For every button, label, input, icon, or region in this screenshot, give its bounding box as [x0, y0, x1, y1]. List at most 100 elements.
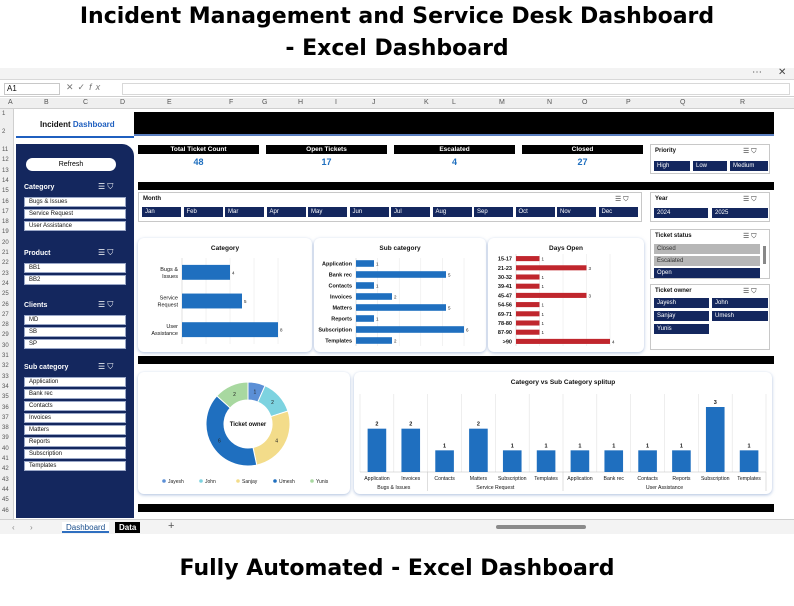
- column-header[interactable]: N: [547, 99, 552, 106]
- slicer-item-category[interactable]: Bugs & Issues: [24, 197, 126, 207]
- month-chip[interactable]: Jan: [142, 207, 181, 217]
- slicer-item-product[interactable]: BB2: [24, 275, 126, 285]
- slicer-scrollbar[interactable]: [763, 246, 766, 264]
- cancel-icon[interactable]: ✕: [66, 82, 78, 92]
- row-header[interactable]: 21: [2, 250, 9, 256]
- row-header[interactable]: 12: [2, 157, 9, 163]
- owner-chip[interactable]: Umesh: [712, 311, 768, 321]
- row-header[interactable]: 40: [2, 446, 9, 452]
- year-chip[interactable]: 2024: [654, 208, 708, 218]
- row-header[interactable]: 19: [2, 229, 9, 235]
- slicer-filter-icons[interactable]: ☰ ⛉: [743, 232, 756, 241]
- row-header[interactable]: 14: [2, 178, 9, 184]
- row-header[interactable]: 36: [2, 405, 9, 411]
- slicer-item-product[interactable]: BB1: [24, 263, 126, 273]
- slicer-filter-icons[interactable]: ☰ ⛉: [98, 248, 113, 258]
- close-icon[interactable]: ✕: [778, 67, 786, 78]
- row-header[interactable]: 43: [2, 477, 9, 483]
- row-header[interactable]: 37: [2, 415, 9, 421]
- row-header[interactable]: 2: [2, 129, 5, 135]
- month-chip[interactable]: May: [308, 207, 347, 217]
- row-header[interactable]: 23: [2, 271, 9, 277]
- month-chip[interactable]: Dec: [598, 207, 638, 217]
- row-header[interactable]: 44: [2, 487, 9, 493]
- slicer-item-category[interactable]: Service Request: [24, 209, 126, 219]
- column-header[interactable]: H: [298, 99, 303, 106]
- row-header[interactable]: 38: [2, 425, 9, 431]
- column-header[interactable]: I: [335, 99, 337, 106]
- priority-chip[interactable]: Low: [693, 161, 727, 171]
- slicer-item-subcategory[interactable]: Application: [24, 377, 126, 387]
- month-chip[interactable]: Oct: [515, 207, 555, 217]
- slicer-filter-icons[interactable]: ☰ ⛉: [743, 147, 756, 156]
- month-chip[interactable]: Jul: [391, 207, 430, 217]
- month-chip[interactable]: Sep: [474, 207, 513, 217]
- row-header[interactable]: 26: [2, 302, 9, 308]
- row-header[interactable]: 45: [2, 497, 9, 503]
- month-chip[interactable]: Apr: [266, 207, 306, 217]
- row-header[interactable]: 35: [2, 394, 9, 400]
- row-header[interactable]: 34: [2, 384, 9, 390]
- formula-input[interactable]: [122, 83, 790, 95]
- row-header[interactable]: 11: [2, 147, 8, 153]
- owner-chip[interactable]: Yunis: [654, 324, 709, 334]
- slicer-item-client[interactable]: MD: [24, 315, 126, 325]
- column-header[interactable]: B: [44, 99, 49, 106]
- owner-chip[interactable]: Sanjay: [654, 311, 709, 321]
- row-header[interactable]: 29: [2, 332, 9, 338]
- year-chip[interactable]: 2025: [712, 208, 768, 218]
- status-chip[interactable]: Escalated: [654, 256, 760, 266]
- row-header[interactable]: 41: [2, 456, 9, 462]
- sheet-tab-dashboard[interactable]: Dashboard: [62, 522, 110, 533]
- slicer-item-category[interactable]: User Assistance: [24, 221, 126, 231]
- slicer-item-subcategory[interactable]: Templates: [24, 461, 126, 471]
- row-header[interactable]: 42: [2, 466, 9, 472]
- row-header[interactable]: 24: [2, 281, 9, 287]
- priority-chip[interactable]: Medium: [730, 161, 768, 171]
- owner-chip[interactable]: Jayesh: [654, 298, 709, 308]
- slicer-filter-icons[interactable]: ☰ ⛉: [98, 362, 113, 372]
- slicer-item-subcategory[interactable]: Reports: [24, 437, 126, 447]
- month-chip[interactable]: Jun: [349, 207, 389, 217]
- row-header[interactable]: 30: [2, 343, 9, 349]
- column-header[interactable]: A: [8, 99, 13, 106]
- row-header[interactable]: 31: [2, 353, 9, 359]
- column-header[interactable]: C: [83, 99, 88, 106]
- column-header[interactable]: R: [740, 99, 745, 106]
- prev-sheet-icon[interactable]: ‹: [8, 522, 19, 533]
- enter-icon[interactable]: ✓: [78, 82, 90, 92]
- month-chip[interactable]: Aug: [432, 207, 472, 217]
- slicer-item-subcategory[interactable]: Bank rec: [24, 389, 126, 399]
- row-header[interactable]: 18: [2, 219, 9, 225]
- column-header[interactable]: J: [372, 99, 376, 106]
- slicer-filter-icons[interactable]: ☰ ⛉: [98, 182, 113, 192]
- owner-chip[interactable]: John: [712, 298, 768, 308]
- month-chip[interactable]: Mar: [225, 207, 264, 217]
- month-chip[interactable]: Nov: [557, 207, 596, 217]
- slicer-item-subcategory[interactable]: Contacts: [24, 401, 126, 411]
- column-header[interactable]: M: [499, 99, 505, 106]
- row-header[interactable]: 1: [2, 111, 5, 117]
- slicer-filter-icons[interactable]: ☰ ⛉: [743, 195, 756, 204]
- horizontal-scrollbar[interactable]: [496, 525, 586, 529]
- column-header[interactable]: Q: [680, 99, 685, 106]
- column-header[interactable]: D: [120, 99, 125, 106]
- row-header[interactable]: 17: [2, 209, 9, 215]
- status-chip[interactable]: Closed: [654, 244, 760, 254]
- slicer-item-subcategory[interactable]: Matters: [24, 425, 126, 435]
- column-header[interactable]: L: [452, 99, 456, 106]
- column-header[interactable]: P: [626, 99, 631, 106]
- row-header[interactable]: 46: [2, 508, 9, 514]
- row-header[interactable]: 15: [2, 188, 9, 194]
- status-chip[interactable]: Open: [654, 268, 760, 278]
- row-header[interactable]: 39: [2, 435, 9, 441]
- column-header[interactable]: F: [229, 99, 233, 106]
- sheet-tab-data[interactable]: Data: [115, 522, 141, 533]
- slicer-filter-icons[interactable]: ☰ ⛉: [98, 300, 113, 310]
- slicer-item-subcategory[interactable]: Invoices: [24, 413, 126, 423]
- column-header[interactable]: G: [262, 99, 267, 106]
- column-header[interactable]: O: [582, 99, 587, 106]
- slicer-item-client[interactable]: SP: [24, 339, 126, 349]
- slicer-item-client[interactable]: SB: [24, 327, 126, 337]
- row-header[interactable]: 27: [2, 312, 9, 318]
